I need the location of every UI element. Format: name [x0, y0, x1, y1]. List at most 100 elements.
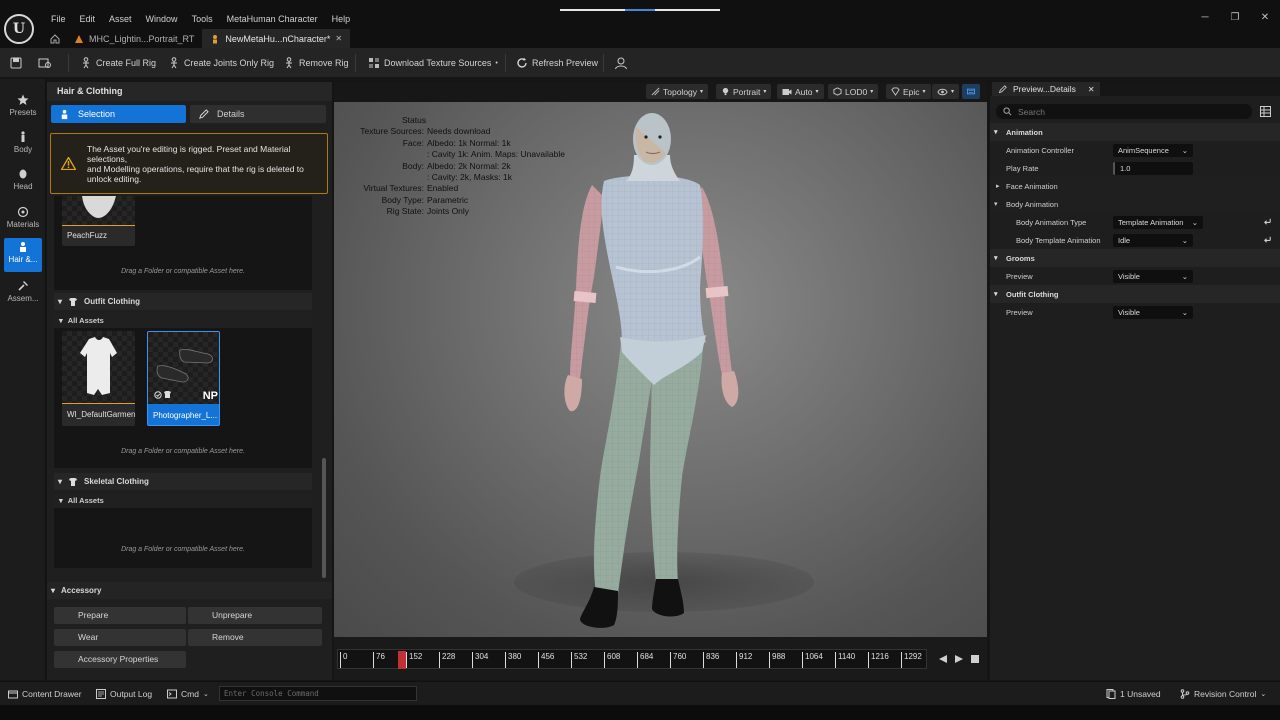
keyboard-toggle[interactable] [962, 84, 980, 99]
preview-details-panel: Preview...Details ✕ Search ▾ Animation An… [990, 82, 1280, 680]
timeline-tick: 304 [472, 652, 488, 668]
timeline-tick: 0 [340, 652, 347, 668]
timeline-tick: 912 [736, 652, 752, 668]
save-button[interactable] [10, 55, 22, 71]
download-texture-sources-button[interactable]: Download Texture Sources • [368, 55, 498, 71]
outfit-all-assets[interactable]: ▾ All Assets [54, 313, 312, 327]
menu-edit[interactable]: Edit [73, 12, 103, 26]
menu-file[interactable]: File [44, 12, 73, 26]
remove-button[interactable]: Remove [188, 629, 322, 646]
section-accessory[interactable]: ▾ Accessory [47, 582, 332, 599]
cmd-dropdown[interactable]: Cmd ⌄ [167, 687, 209, 701]
category-outfit-clothing[interactable]: ▾ Outfit Clothing [990, 285, 1280, 303]
character-viewport[interactable]: Topology ▾ Portrait ▾ Auto ▾ LOD0 ▾ Epic ▾ ▾ … [334, 82, 987, 637]
category-grooms[interactable]: ▾ Grooms [990, 249, 1280, 267]
eye-icon [937, 88, 948, 95]
tab-lighting-portrait[interactable]: MHC_Lightin...Portrait_RT [66, 29, 202, 48]
section-skeletal-clothing[interactable]: ▾ Skeletal Clothing [54, 473, 312, 490]
row-play-rate: Play Rate 1.0 [990, 159, 1280, 177]
grooms-preview-dropdown[interactable]: Visible ⌄ [1113, 269, 1193, 283]
panel-scrollbar[interactable] [322, 458, 326, 578]
selection-icon [61, 109, 68, 119]
unprepare-button[interactable]: Unprepare [188, 607, 322, 624]
animation-controller-dropdown[interactable]: AnimSequence ⌄ [1113, 143, 1193, 157]
nav-materials[interactable]: Materials [4, 203, 42, 237]
accessory-properties-button[interactable]: Accessory Properties [54, 651, 186, 668]
keyboard-icon [967, 88, 975, 95]
user-icon [615, 57, 627, 70]
prepare-button[interactable]: Prepare [54, 607, 186, 624]
warning-text: The Asset you're editing is rigged. Pres… [87, 144, 304, 184]
reset-arrow-icon[interactable] [1263, 217, 1272, 226]
category-body-animation[interactable]: ▾ Body Animation [990, 195, 1280, 213]
home-tab[interactable] [44, 29, 66, 48]
nav-presets[interactable]: Presets [4, 91, 42, 125]
asset-tile-peachfuzz[interactable]: PeachFuzz [62, 196, 135, 246]
reset-arrow-icon[interactable] [1263, 235, 1272, 244]
menu-window[interactable]: Window [139, 12, 185, 26]
menu-asset[interactable]: Asset [102, 12, 139, 26]
menu-bar: File Edit Asset Window Tools MetaHuman C… [44, 12, 357, 26]
menu-metahuman-character[interactable]: MetaHuman Character [220, 12, 325, 26]
nav-hair-clothing[interactable]: Hair &... [4, 238, 42, 272]
close-tab-icon[interactable]: ✕ [1088, 85, 1095, 94]
topology-dropdown[interactable]: Topology ▾ [646, 84, 709, 99]
close-window-icon[interactable]: ✕ [1250, 10, 1280, 26]
camera-icon [782, 88, 792, 95]
body-template-animation-dropdown[interactable]: Idle ⌄ [1113, 233, 1193, 247]
collapse-arrow-icon: ▾ [51, 586, 56, 595]
asset-tile-default-garment[interactable]: WI_DefaultGarment [62, 331, 135, 426]
content-drawer-button[interactable]: Content Drawer [8, 687, 82, 701]
console-command-input[interactable]: Enter Console Command [219, 686, 417, 701]
step-back-icon[interactable] [938, 654, 948, 664]
materials-icon [17, 206, 29, 218]
lod-icon [833, 87, 842, 96]
skeletal-all-assets[interactable]: ▾ All Assets [54, 493, 312, 507]
tab-details[interactable]: Details [190, 105, 326, 123]
play-icon[interactable] [954, 654, 964, 664]
clothing-icon [69, 297, 78, 306]
quality-dropdown[interactable]: Epic ▾ [886, 84, 931, 99]
minimize-icon[interactable]: ─ [1190, 10, 1220, 26]
unsaved-button[interactable]: 1 Unsaved [1106, 687, 1161, 701]
collapse-arrow-icon: ▾ [58, 477, 63, 486]
remove-rig-button[interactable]: Remove Rig [283, 55, 349, 71]
unreal-logo-icon[interactable]: U [4, 14, 34, 44]
lighting-portrait-dropdown[interactable]: Portrait ▾ [716, 84, 772, 99]
stop-icon[interactable] [970, 654, 980, 664]
nav-assembly[interactable]: Assem... [4, 277, 42, 311]
tab-metahuman-character[interactable]: NewMetaHu...nCharacter* ✕ [202, 29, 351, 48]
nav-body[interactable]: Body [4, 128, 42, 162]
details-search-input[interactable]: Search [996, 104, 1252, 119]
menu-tools[interactable]: Tools [185, 12, 220, 26]
lightbulb-icon [722, 87, 729, 96]
lod-dropdown[interactable]: LOD0 ▾ [828, 84, 879, 99]
asset-tile-photographer[interactable]: NP Photographer_L... [147, 331, 220, 426]
tab-preview-details[interactable]: Preview...Details ✕ [992, 82, 1100, 96]
row-animation-controller: Animation Controller AnimSequence ⌄ [990, 141, 1280, 159]
menu-help[interactable]: Help [325, 12, 358, 26]
revision-control-button[interactable]: Revision Control ⌄ [1180, 687, 1266, 701]
table-view-icon[interactable] [1260, 106, 1271, 117]
browse-asset-button[interactable] [38, 55, 52, 71]
category-animation[interactable]: ▾ Animation [990, 123, 1280, 141]
tab-selection[interactable]: Selection [51, 105, 186, 123]
section-outfit-clothing[interactable]: ▾ Outfit Clothing [54, 293, 312, 310]
maximize-icon[interactable]: ❐ [1220, 10, 1250, 26]
wear-button[interactable]: Wear [54, 629, 186, 646]
create-joints-only-rig-button[interactable]: Create Joints Only Rig [168, 55, 274, 71]
user-profile-button[interactable] [614, 55, 628, 71]
create-full-rig-button[interactable]: Create Full Rig [80, 55, 156, 71]
refresh-preview-button[interactable]: Refresh Preview [516, 55, 598, 71]
body-animation-type-dropdown[interactable]: Template Animation ⌄ [1113, 215, 1203, 229]
nav-head[interactable]: Head [4, 165, 42, 199]
output-log-button[interactable]: Output Log [96, 687, 152, 701]
play-rate-input[interactable]: 1.0 [1113, 161, 1193, 175]
timeline-playhead[interactable] [398, 651, 406, 669]
timeline-ruler[interactable]: 0 76 152 228 304 380 456 532 608 684 760… [337, 649, 927, 669]
close-tab-icon[interactable]: ✕ [335, 34, 342, 43]
camera-auto-dropdown[interactable]: Auto ▾ [777, 84, 824, 99]
category-face-animation[interactable]: ▸ Face Animation [990, 177, 1280, 195]
outfit-preview-dropdown[interactable]: Visible ⌄ [1113, 305, 1193, 319]
visibility-dropdown[interactable]: ▾ [932, 84, 960, 99]
